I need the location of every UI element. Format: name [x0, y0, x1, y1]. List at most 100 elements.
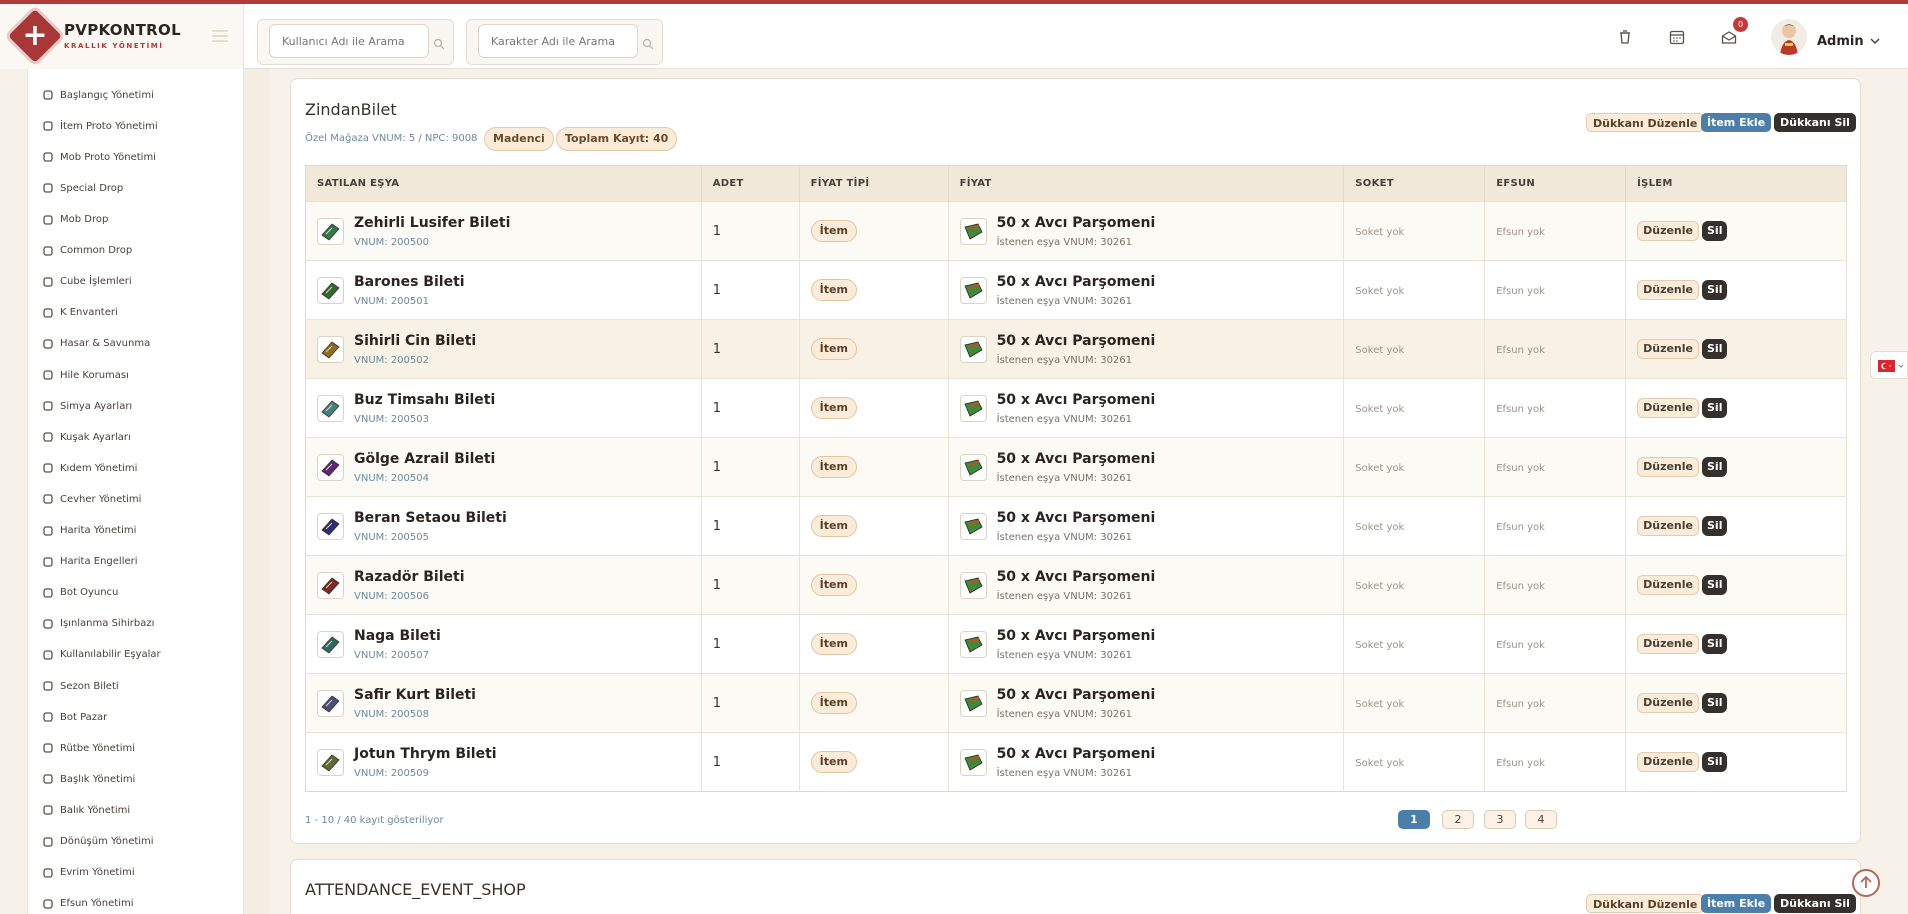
sidebar-item[interactable]: Işınlanma Sihirbazı	[42, 614, 154, 634]
delete-item-button[interactable]: Sil	[1702, 457, 1728, 477]
sidebar-item-label: Special Drop	[60, 182, 124, 194]
price-name: 50 x Avcı Parşomeni	[996, 450, 1156, 467]
delete-item-button[interactable]: Sil	[1702, 575, 1728, 595]
column-header[interactable]: SOKET	[1343, 165, 1486, 202]
edit-item-button[interactable]: Düzenle	[1637, 339, 1699, 359]
actions-cell: Düzenle Sil	[1625, 614, 1847, 674]
scroll-top-icon[interactable]	[1852, 869, 1880, 897]
column-header[interactable]: İŞLEM	[1625, 165, 1847, 202]
sidebar-item[interactable]: Kuşak Ayarları	[42, 427, 131, 447]
sidebar-item[interactable]: Kullanılabilir Eşyalar	[42, 645, 161, 665]
sidebar-item-label: Bot Pazar	[60, 711, 108, 723]
edit-item-button[interactable]: Düzenle	[1637, 280, 1699, 300]
add-item-button[interactable]: İtem Ekle	[1701, 113, 1772, 132]
edit-shop-button[interactable]: Dükkanı Düzenle	[1586, 894, 1705, 913]
sidebar-item[interactable]: Bot Pazar	[42, 707, 107, 727]
delete-item-button[interactable]: Sil	[1702, 221, 1728, 241]
item-quantity: 1	[712, 754, 721, 770]
delete-item-button[interactable]: Sil	[1702, 398, 1728, 418]
sidebar-item[interactable]: Evrim Yönetimi	[42, 863, 135, 883]
trash-icon[interactable]	[1616, 28, 1634, 46]
brand[interactable]: + PVPKONTROL KRALLIK YÖNETİMİ	[0, 4, 244, 69]
delete-item-button[interactable]: Sil	[1702, 339, 1728, 359]
edit-item-button[interactable]: Düzenle	[1637, 634, 1699, 654]
item-quantity: 1	[712, 577, 721, 593]
sidebar-item[interactable]: Hasar & Savunma	[42, 334, 150, 354]
page-button[interactable]: 2	[1442, 810, 1474, 829]
sidebar-item[interactable]: Kıdem Yönetimi	[42, 458, 137, 478]
character-search-input[interactable]	[478, 24, 638, 58]
sidebar-item[interactable]: Sezon Bileti	[42, 676, 119, 696]
language-flag-icon[interactable]	[1870, 351, 1908, 379]
sidebar-item[interactable]: Özel Etkinlikler	[42, 69, 135, 74]
edit-item-button[interactable]: Düzenle	[1637, 221, 1699, 241]
chevron-down-icon[interactable]	[1870, 37, 1880, 45]
column-header[interactable]: EFSUN	[1484, 165, 1627, 202]
add-item-button[interactable]: İtem Ekle	[1701, 894, 1772, 913]
scroll-icon	[959, 335, 987, 363]
sidebar-item[interactable]: Başlık Yönetimi	[42, 769, 135, 789]
item-quantity: 1	[712, 223, 721, 239]
sidebar-item[interactable]: Efsun Yönetimi	[42, 894, 134, 914]
sidebar-item-label: Common Drop	[60, 245, 133, 257]
delete-shop-button[interactable]: Dükkanı Sil	[1774, 113, 1856, 132]
sidebar-item[interactable]: Simya Ayarları	[42, 396, 132, 416]
sidebar-item[interactable]: Bot Oyuncu	[42, 583, 118, 603]
delete-item-button[interactable]: Sil	[1702, 516, 1728, 536]
sidebar-item[interactable]: Rütbe Yönetimi	[42, 738, 135, 758]
delete-item-button[interactable]: Sil	[1702, 634, 1728, 654]
edit-item-button[interactable]: Düzenle	[1637, 457, 1699, 477]
sidebar-item[interactable]: Mob Drop	[42, 210, 108, 230]
search-icon[interactable]	[433, 38, 445, 50]
sidebar-item[interactable]: Cube İşlemleri	[42, 272, 132, 292]
sidebar-item[interactable]: Başlangıç Yönetimi	[42, 85, 154, 105]
edit-shop-button[interactable]: Dükkanı Düzenle	[1586, 113, 1705, 132]
sidebar-item[interactable]: Harita Engelleri	[42, 552, 138, 572]
socket-value: Soket yok	[1355, 226, 1405, 238]
price-cell: 50 x Avcı Parşomeni İstenen eşya VNUM: 30…	[948, 732, 1345, 792]
sidebar-item[interactable]: Mob Proto Yönetimi	[42, 147, 156, 167]
delete-item-button[interactable]: Sil	[1702, 280, 1728, 300]
price-required-vnum: İstenen eşya VNUM: 30261	[996, 413, 1133, 425]
sidebar-item[interactable]: İtem Proto Yönetimi	[42, 116, 158, 136]
edit-item-button[interactable]: Düzenle	[1637, 693, 1699, 713]
edit-item-button[interactable]: Düzenle	[1637, 398, 1699, 418]
column-header[interactable]: ADET	[701, 165, 800, 202]
delete-item-button[interactable]: Sil	[1702, 693, 1728, 713]
edit-item-button[interactable]: Düzenle	[1637, 575, 1699, 595]
delete-item-button[interactable]: Sil	[1702, 752, 1728, 772]
sidebar-item[interactable]: Cevher Yönetimi	[42, 489, 141, 509]
admin-name[interactable]: Admin	[1817, 34, 1864, 49]
sidebar-item[interactable]: Dönüşüm Yönetimi	[42, 832, 154, 852]
price-required-vnum: İstenen eşya VNUM: 30261	[996, 708, 1133, 720]
shuffle-icon	[42, 836, 54, 848]
sidebar-item[interactable]: Harita Yönetimi	[42, 521, 136, 541]
avatar[interactable]	[1771, 19, 1807, 55]
search-icon[interactable]	[642, 38, 654, 50]
calendar-icon[interactable]	[1668, 28, 1686, 46]
edit-item-button[interactable]: Düzenle	[1637, 752, 1699, 772]
price-cell: 50 x Avcı Parşomeni İstenen eşya VNUM: 30…	[948, 673, 1345, 733]
sidebar-item[interactable]: K Envanteri	[42, 303, 118, 323]
table-row: Sihirli Cin Bileti VNUM: 200502 1 İtem 50 x …	[305, 319, 1847, 379]
shop-name: ATTENDANCE_EVENT_SHOP	[305, 880, 526, 899]
edit-item-button[interactable]: Düzenle	[1637, 516, 1699, 536]
page-button[interactable]: 1	[1398, 810, 1430, 829]
item-name: Safir Kurt Bileti	[354, 686, 476, 703]
menu-toggle-icon[interactable]	[212, 30, 228, 45]
page-button[interactable]: 4	[1525, 810, 1557, 829]
column-header[interactable]: FİYAT TİPİ	[799, 165, 949, 202]
sidebar-item[interactable]: Balık Yönetimi	[42, 800, 130, 820]
sidebar-item-label: Sezon Bileti	[60, 680, 119, 692]
delete-shop-button[interactable]: Dükkanı Sil	[1774, 894, 1856, 913]
map-icon	[42, 525, 54, 537]
sidebar-item[interactable]: Special Drop	[42, 178, 123, 198]
bonus-value: Efsun yok	[1496, 344, 1545, 356]
user-search-input[interactable]	[269, 24, 429, 58]
sidebar-item[interactable]: Common Drop	[42, 241, 132, 261]
column-header[interactable]: SATILAN EŞYA	[305, 165, 702, 202]
price-type-badge: İtem	[810, 692, 857, 714]
page-button[interactable]: 3	[1484, 810, 1516, 829]
column-header[interactable]: FİYAT	[948, 165, 1345, 202]
sidebar-item[interactable]: Hile Koruması	[42, 365, 129, 385]
